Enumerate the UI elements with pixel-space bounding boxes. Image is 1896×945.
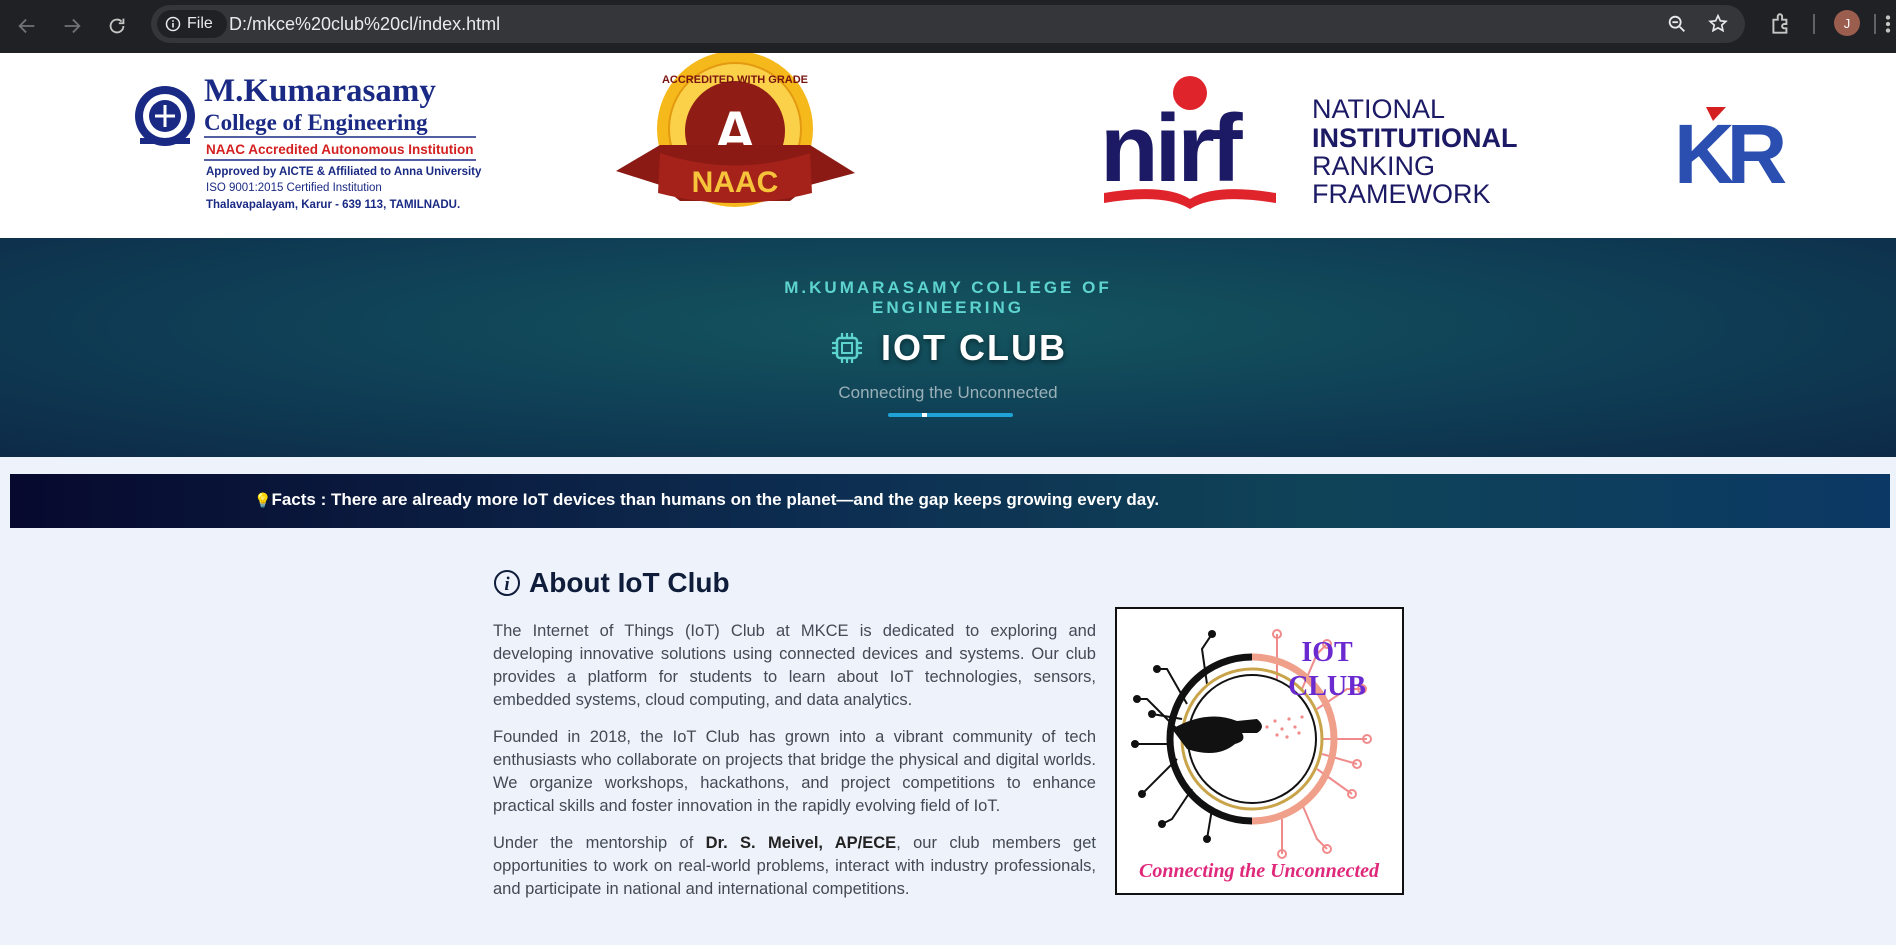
svg-text:i: i (504, 574, 510, 595)
iot-club-logo: IOT CLUB Connecting the Unconnected (1115, 607, 1404, 895)
club-logo-tagline: Connecting the Unconnected (1139, 860, 1380, 882)
toolbar-separator (1874, 14, 1876, 34)
forward-button[interactable] (56, 10, 88, 42)
toolbar-separator (1813, 14, 1815, 34)
bookmark-star-icon[interactable] (1707, 13, 1729, 35)
mkce-address: Thalavapalayam, Karur - 639 113, TAMILNA… (206, 199, 460, 211)
hero-tagline: Connecting the Unconnected (838, 383, 1058, 402)
hero-underline-dot (922, 413, 927, 417)
kr-mark: KR (1674, 107, 1786, 201)
hero-underline-bar (888, 413, 1013, 417)
arrow-left-icon (18, 18, 35, 34)
about-paragraph-2: Founded in 2018, the IoT Club has grown … (493, 728, 1096, 815)
hero-banner: M.KUMARASAMY COLLEGE OF ENGINEERING IOT … (0, 238, 1896, 457)
about-heading: i About IoT Club (493, 567, 730, 599)
nirf-line1: NATIONAL (1312, 94, 1445, 124)
mentor-prefix: Under the mentorship of (493, 834, 706, 852)
hero-college-line2: ENGINEERING (871, 298, 1025, 317)
site-chip-label: File (187, 15, 213, 32)
hero-title-row: IOT CLUB (0, 327, 1896, 369)
nirf-logo: nirf NATIONAL INSTITUTIONAL RANKING FRAM… (1100, 76, 1517, 209)
mkce-name-line1: M.Kumarasamy (204, 73, 436, 109)
lightbulb-icon: 💡 (254, 492, 272, 508)
facts-text: Facts : There are already more IoT devic… (271, 490, 1160, 509)
mkce-name-line2: College of Engineering (204, 110, 428, 135)
mentor-name: Dr. S. Meivel, AP/ECE (705, 834, 897, 852)
club-logo-title-line2: CLUB (1288, 671, 1366, 702)
nirf-line4: FRAMEWORK (1312, 179, 1491, 209)
nirf-line2: INSTITUTIONAL (1312, 123, 1517, 153)
site-info-chip[interactable]: File (157, 10, 227, 38)
facts-ticker: 💡Facts : There are already more IoT devi… (10, 474, 1890, 528)
about-paragraph-1: The Internet of Things (IoT) Club at MKC… (493, 622, 1096, 709)
zoom-icon[interactable] (1666, 13, 1688, 35)
arrow-right-icon (64, 18, 81, 34)
info-icon (165, 16, 181, 32)
kebab-menu-icon[interactable] (1880, 11, 1896, 37)
about-title: About IoT Club (529, 567, 730, 598)
kr-logo: KR (1674, 107, 1794, 201)
about-paragraph-3: Under the mentorship of Dr. S. Meivel, A… (493, 832, 1096, 901)
hero-college-name: M.KUMARASAMY COLLEGE OF ENGINEERING (0, 278, 1896, 318)
hero-college-line1: M.KUMARASAMY COLLEGE OF (784, 278, 1112, 297)
reload-icon (109, 18, 125, 34)
logos-header: M.Kumarasamy College of Engineering NAAC… (0, 53, 1896, 238)
profile-avatar[interactable]: J (1834, 10, 1860, 36)
address-bar[interactable]: File D:/mkce%20club%20cl/index.html (151, 5, 1745, 43)
nirf-line3: RANKING (1312, 151, 1435, 181)
info-circle-icon: i (494, 570, 520, 596)
club-logo-title-line1: IOT (1301, 637, 1353, 668)
mkce-accreditation: NAAC Accredited Autonomous Institution (206, 142, 474, 157)
browser-toolbar: File D:/mkce%20club%20cl/index.html J (0, 0, 1896, 53)
naac-ribbon: NAAC (692, 166, 779, 199)
url-text[interactable]: D:/mkce%20club%20cl/index.html (229, 14, 500, 35)
naac-badge: ACCREDITED WITH GRADE A NAAC (616, 53, 855, 207)
mkce-approval: Approved by AICTE & Affiliated to Anna U… (206, 166, 482, 178)
microchip-icon (832, 333, 862, 363)
back-button[interactable] (11, 10, 43, 42)
hero-title: IOT CLUB (881, 327, 1067, 368)
reload-button[interactable] (101, 10, 133, 42)
nirf-mark: nirf (1100, 95, 1244, 202)
mkce-logo: M.Kumarasamy College of Engineering NAAC… (135, 73, 482, 211)
extensions-icon[interactable] (1768, 11, 1794, 37)
mkce-iso: ISO 9001:2015 Certified Institution (206, 182, 382, 194)
about-text: The Internet of Things (IoT) Club at MKC… (493, 620, 1096, 915)
facts-line: 💡Facts : There are already more IoT devi… (254, 490, 1159, 510)
naac-ring-text: ACCREDITED WITH GRADE (662, 74, 808, 86)
